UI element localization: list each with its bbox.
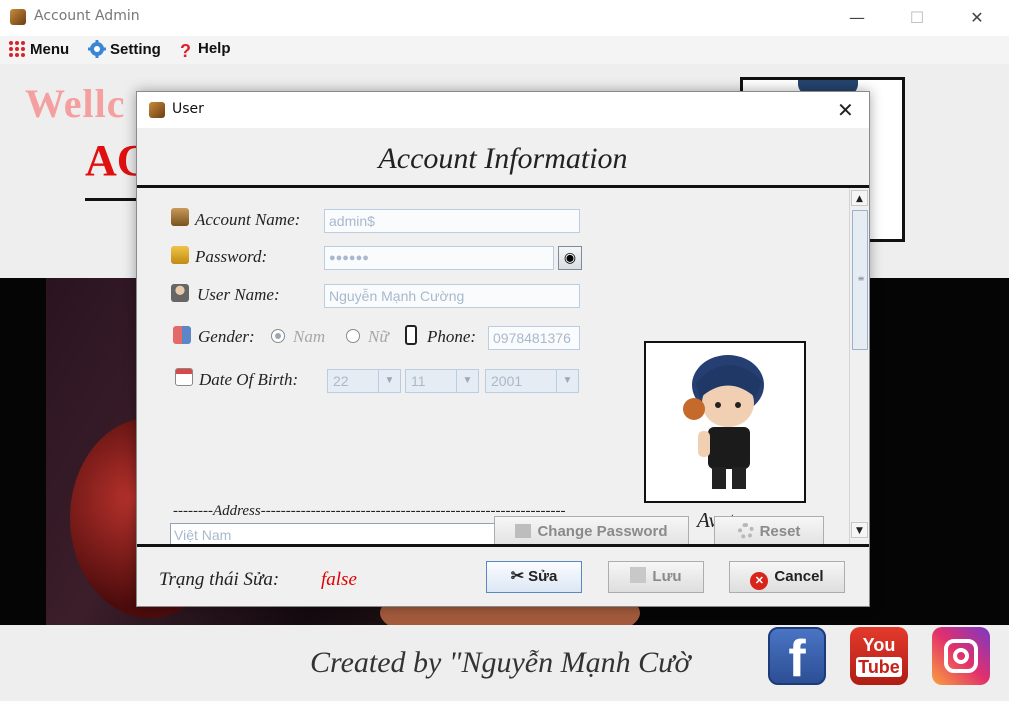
edit-button[interactable]: ✂ Sửa xyxy=(486,561,582,593)
form-scrollbar[interactable]: ▲ ≡ ▼ xyxy=(849,188,869,544)
chevron-down-icon: ▼ xyxy=(378,370,400,392)
user-icon xyxy=(171,284,189,302)
menu-item-help[interactable]: ? Help xyxy=(180,40,231,61)
credit-text: Created by "Nguyễn Mạnh Cườ xyxy=(310,646,691,679)
youtube-label-top: You xyxy=(862,635,896,655)
dialog-titlebar: User ✕ xyxy=(137,92,869,128)
question-icon: ? xyxy=(180,41,191,61)
dialog-title: User xyxy=(172,101,204,117)
youtube-label-bottom: Tube xyxy=(856,657,902,677)
form-panel: Account Name: admin$ Password: ●●●●●● ◉ … xyxy=(137,188,849,544)
reset-gear-icon xyxy=(737,523,754,539)
calendar-icon xyxy=(175,368,193,386)
window-titlebar: Account Admin — ☐ ✕ xyxy=(0,0,1009,36)
scroll-up-icon[interactable]: ▲ xyxy=(851,190,868,206)
dob-year-value: 2001 xyxy=(491,373,523,389)
address-value: Việt Nam xyxy=(174,527,232,543)
user-name-field[interactable]: Nguyễn Mạnh Cường xyxy=(324,284,580,308)
chevron-down-icon: ▼ xyxy=(556,370,578,392)
window-close-button[interactable]: ✕ xyxy=(954,4,1000,32)
save-button[interactable]: Lưu xyxy=(608,561,704,593)
maximize-button[interactable]: ☐ xyxy=(894,4,940,32)
scroll-down-icon[interactable]: ▼ xyxy=(851,522,868,538)
facebook-icon[interactable]: f xyxy=(768,627,826,688)
scroll-thumb[interactable]: ≡ xyxy=(852,210,868,350)
change-password-button[interactable]: Change Password xyxy=(494,516,689,544)
cancel-icon: ✕ xyxy=(750,572,769,590)
menu-item-menu[interactable]: Menu xyxy=(8,40,69,60)
youtube-icon[interactable]: You Tube xyxy=(850,627,908,685)
dialog-footer: Trạng thái Sửa: false ✂ Sửa Lưu ✕ Cancel xyxy=(137,544,869,606)
eye-icon: ◉ xyxy=(563,250,577,266)
edit-label: Sửa xyxy=(528,568,558,585)
account-icon xyxy=(171,208,189,226)
account-name-label: Account Name: xyxy=(195,210,301,229)
window-title: Account Admin xyxy=(34,8,140,24)
menu-item-setting[interactable]: Setting xyxy=(88,40,161,60)
phone-label: Phone: xyxy=(427,327,477,346)
app-icon xyxy=(10,9,26,25)
password-label: Password: xyxy=(195,247,268,266)
edit-status-label: Trạng thái Sửa: xyxy=(159,569,280,590)
phone-icon xyxy=(405,325,417,345)
avatar-image[interactable] xyxy=(644,341,806,503)
cancel-button[interactable]: ✕ Cancel xyxy=(729,561,845,593)
dialog-app-icon xyxy=(149,102,165,118)
reset-button[interactable]: Reset xyxy=(714,516,824,544)
grid-icon xyxy=(8,40,26,58)
save-label: Lưu xyxy=(652,568,682,585)
save-icon xyxy=(630,567,647,583)
dob-month-select[interactable]: 11 ▼ xyxy=(405,369,479,393)
dialog-header: Account Information xyxy=(137,128,869,188)
tools-icon: ✂ xyxy=(510,568,525,585)
phone-field[interactable]: 0978481376 xyxy=(488,326,580,350)
gender-label: Gender: xyxy=(198,327,255,346)
menu-item-label: Setting xyxy=(110,41,161,58)
dob-label: Date Of Birth: xyxy=(199,370,299,389)
dialog-close-button[interactable]: ✕ xyxy=(837,98,854,122)
gender-radio-nu[interactable] xyxy=(346,329,360,343)
lock-icon xyxy=(515,524,532,538)
gender-option-nu: Nữ xyxy=(368,327,389,346)
dob-day-select[interactable]: 22 ▼ xyxy=(327,369,401,393)
cancel-label: Cancel xyxy=(774,568,824,585)
menu-item-label: Menu xyxy=(30,41,70,58)
change-password-label: Change Password xyxy=(537,523,668,540)
minimize-button[interactable]: — xyxy=(834,4,880,32)
welcome-text: Wellc xyxy=(25,81,126,126)
gender-radio-nam[interactable] xyxy=(271,329,285,343)
menu-item-label: Help xyxy=(198,40,231,57)
reset-label: Reset xyxy=(759,523,801,540)
dialog-heading: Account Information xyxy=(378,142,628,175)
gender-icon xyxy=(173,326,191,344)
show-password-button[interactable]: ◉ xyxy=(558,246,582,270)
dob-day-value: 22 xyxy=(333,373,349,389)
user-dialog: User ✕ Account Information Account Name:… xyxy=(136,91,870,607)
instagram-icon[interactable] xyxy=(932,627,990,685)
edit-status-value: false xyxy=(321,569,357,590)
avatar-figure xyxy=(683,355,764,489)
user-name-label: User Name: xyxy=(197,285,280,304)
dob-year-select[interactable]: 2001 ▼ xyxy=(485,369,579,393)
account-name-field[interactable]: admin$ xyxy=(324,209,580,233)
menubar: Menu Setting ? Help xyxy=(0,36,1009,64)
key-icon xyxy=(171,246,189,264)
password-field[interactable]: ●●●●●● xyxy=(324,246,554,270)
gender-option-nam: Nam xyxy=(293,327,326,346)
gear-icon xyxy=(88,40,106,58)
app-root: Account Admin — ☐ ✕ Menu Setting ? Help W… xyxy=(0,0,1009,701)
chevron-down-icon: ▼ xyxy=(456,370,478,392)
dob-month-value: 11 xyxy=(411,373,426,389)
